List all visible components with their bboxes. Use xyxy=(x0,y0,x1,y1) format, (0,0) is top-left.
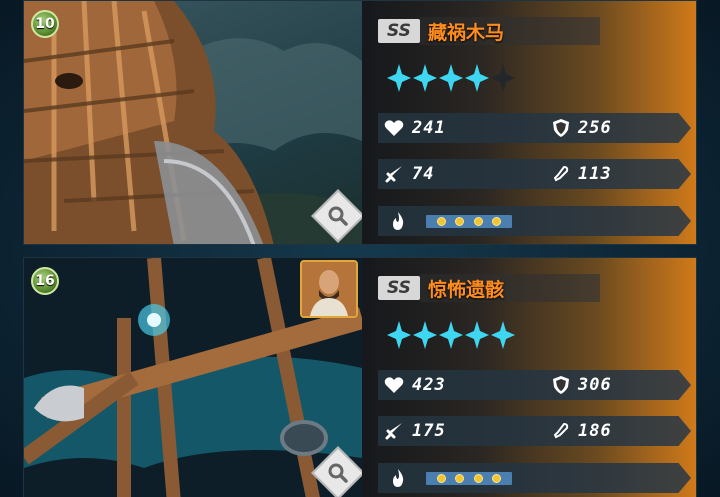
unit-info-panel: SS 藏祸木马 241 256 74 113 xyxy=(362,1,696,244)
magnifier-icon xyxy=(328,463,348,483)
talent-dot xyxy=(436,217,446,226)
talent-bar xyxy=(426,215,512,228)
talent-dot xyxy=(473,474,483,483)
talent-dot xyxy=(492,474,502,483)
hp-stat: 423 xyxy=(384,370,446,400)
level-badge: 10 xyxy=(31,10,59,38)
speed-value: 113 xyxy=(578,164,612,184)
star-icon-filled xyxy=(465,64,489,92)
talent-bar xyxy=(426,472,512,485)
star-icon-filled xyxy=(465,321,489,349)
portrait-image xyxy=(302,262,356,316)
unit-name: 藏祸木马 xyxy=(428,21,505,44)
attack-value: 74 xyxy=(412,164,435,184)
star-icon-filled xyxy=(491,321,515,349)
attack-value: 175 xyxy=(412,421,446,441)
unit-name: 惊怖遗骸 xyxy=(428,278,505,301)
boot-icon xyxy=(553,422,569,439)
heart-icon xyxy=(384,377,404,393)
hp-value: 423 xyxy=(412,375,446,395)
talent-dot xyxy=(455,217,465,226)
star-icon-filled xyxy=(439,64,463,92)
hp-value: 241 xyxy=(412,118,446,138)
defense-value: 306 xyxy=(578,375,612,395)
star-rating xyxy=(386,63,516,97)
flame-icon xyxy=(393,469,404,487)
unit-card[interactable]: 16 SS 惊怖遗骸 423 306 175 186 xyxy=(23,257,697,497)
grade-badge: SS xyxy=(378,19,420,43)
talent-dot xyxy=(455,474,465,483)
star-icon-empty xyxy=(491,64,515,92)
speed-stat: 186 xyxy=(552,416,612,446)
speed-value: 186 xyxy=(578,421,612,441)
stat-row-talent xyxy=(378,463,691,493)
defense-stat: 256 xyxy=(552,113,612,143)
unit-info-panel: SS 惊怖遗骸 423 306 175 186 xyxy=(362,258,696,497)
shield-icon xyxy=(553,376,569,394)
defense-stat: 306 xyxy=(552,370,612,400)
star-icon-filled xyxy=(413,321,437,349)
stat-row-talent xyxy=(378,206,691,236)
unit-card[interactable]: 10 SS 藏祸木马 241 256 74 113 xyxy=(23,0,697,245)
star-icon-filled xyxy=(387,64,411,92)
sword-icon xyxy=(385,166,402,183)
attack-stat: 175 xyxy=(384,416,446,446)
magnifier-icon xyxy=(328,206,348,226)
star-icon-filled xyxy=(387,321,411,349)
speed-stat: 113 xyxy=(552,159,612,189)
talent-dot xyxy=(473,217,483,226)
hp-stat: 241 xyxy=(384,113,446,143)
heart-icon xyxy=(384,120,404,136)
boot-icon xyxy=(553,165,569,182)
talent-dot xyxy=(436,474,446,483)
sword-icon xyxy=(385,423,402,440)
commander-portrait[interactable] xyxy=(300,260,358,318)
defense-value: 256 xyxy=(578,118,612,138)
grade-badge: SS xyxy=(378,276,420,300)
flame-icon xyxy=(393,212,404,230)
shield-icon xyxy=(553,119,569,137)
attack-stat: 74 xyxy=(384,159,434,189)
talent-dot xyxy=(492,217,502,226)
star-rating xyxy=(386,320,516,354)
unit-artwork xyxy=(24,1,362,244)
star-icon-filled xyxy=(413,64,437,92)
level-badge: 16 xyxy=(31,267,59,295)
star-icon-filled xyxy=(439,321,463,349)
